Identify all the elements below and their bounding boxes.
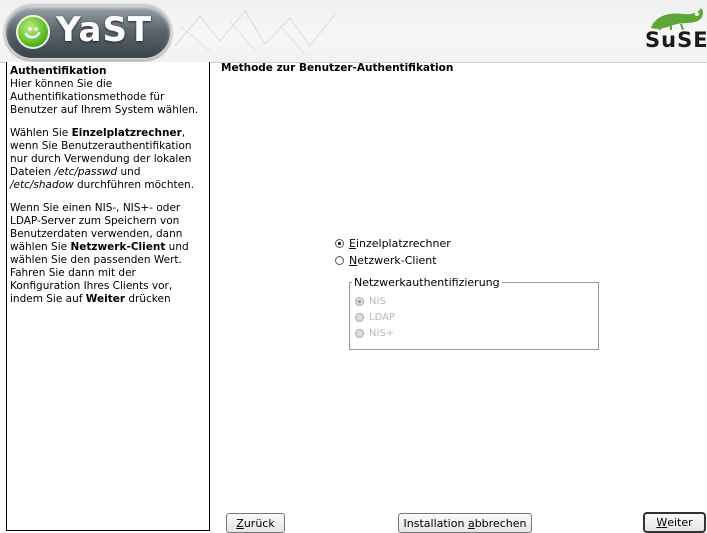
radio-indicator-disabled[interactable]	[355, 329, 364, 338]
suse-logo: SuSE	[643, 6, 707, 58]
help-text: durchführen möchten.	[73, 179, 195, 191]
help-paragraph-local: Wählen Sie Einzelplatzrechner, wenn Sie …	[10, 127, 206, 192]
help-text: und	[117, 166, 141, 178]
help-text: drücken	[125, 293, 171, 305]
page-title: Methode zur Benutzer-Authentifikation	[221, 62, 454, 74]
abort-button-label: Installation	[403, 516, 465, 530]
next-button[interactable]: Weiter	[643, 512, 706, 533]
help-text: Hier können Sie die Authentifikationsmet…	[10, 78, 199, 116]
help-intro: Authentifikation Hier können Sie die Aut…	[10, 65, 206, 117]
help-emphasis: Netzwerk-Client	[70, 241, 166, 253]
radio-network-client-label: Netzwerk-Client	[349, 254, 437, 267]
back-button[interactable]: Zurück	[226, 513, 285, 533]
radio-indicator-disabled[interactable]	[355, 313, 364, 322]
help-emphasis: Weiter	[85, 293, 126, 305]
radio-network-client[interactable]: Netzwerk-Client	[335, 254, 437, 267]
radio-ldap-label: LDAP	[369, 312, 395, 323]
back-button-label: urück	[243, 516, 275, 530]
radio-nis-plus-label: NIS+	[369, 328, 395, 339]
help-text: Wählen Sie	[10, 127, 72, 139]
yast-logo: YaST	[4, 4, 172, 60]
radio-nis-label: NIS	[369, 296, 386, 307]
help-emphasis: Einzelplatzrechner	[71, 127, 182, 139]
radio-indicator[interactable]	[335, 256, 344, 265]
help-path: /etc/passwd	[54, 166, 118, 178]
suse-brand-text: SuSE	[645, 28, 707, 52]
header-bar: YaST SuSE	[0, 0, 707, 63]
help-panel: Authentifikation Hier können Sie die Aut…	[6, 62, 210, 531]
abort-button-accel: a	[467, 516, 475, 530]
logo-text: YaST	[56, 10, 153, 50]
next-button-label: eiter	[667, 516, 693, 529]
header-sketch-decoration	[174, 10, 336, 55]
help-path: /etc/shadow	[10, 179, 74, 191]
help-paragraph-network: Wenn Sie einen NIS-, NIS+- oder LDAP-Ser…	[10, 202, 206, 306]
back-button-accel: Z	[236, 516, 244, 530]
next-button-accel: W	[656, 516, 668, 529]
chameleon-ball-icon	[16, 15, 50, 49]
abort-installation-button[interactable]: Installation a bbrechen	[398, 513, 532, 533]
radio-nis[interactable]: NIS	[355, 296, 386, 307]
radio-nis-plus[interactable]: NIS+	[355, 328, 394, 339]
radio-indicator-selected[interactable]	[335, 239, 344, 248]
network-auth-group-title: Netzwerkauthentifizierung	[354, 276, 500, 289]
chameleon-icon	[651, 8, 703, 30]
radio-ldap[interactable]: LDAP	[355, 312, 395, 323]
help-title: Authentifikation	[10, 65, 107, 77]
radio-standalone[interactable]: Einzelplatzrechner	[335, 237, 451, 250]
radio-indicator-disabled-selected[interactable]	[355, 297, 364, 306]
abort-button-label: bbrechen	[474, 516, 527, 530]
radio-standalone-label: Einzelplatzrechner	[349, 237, 451, 250]
